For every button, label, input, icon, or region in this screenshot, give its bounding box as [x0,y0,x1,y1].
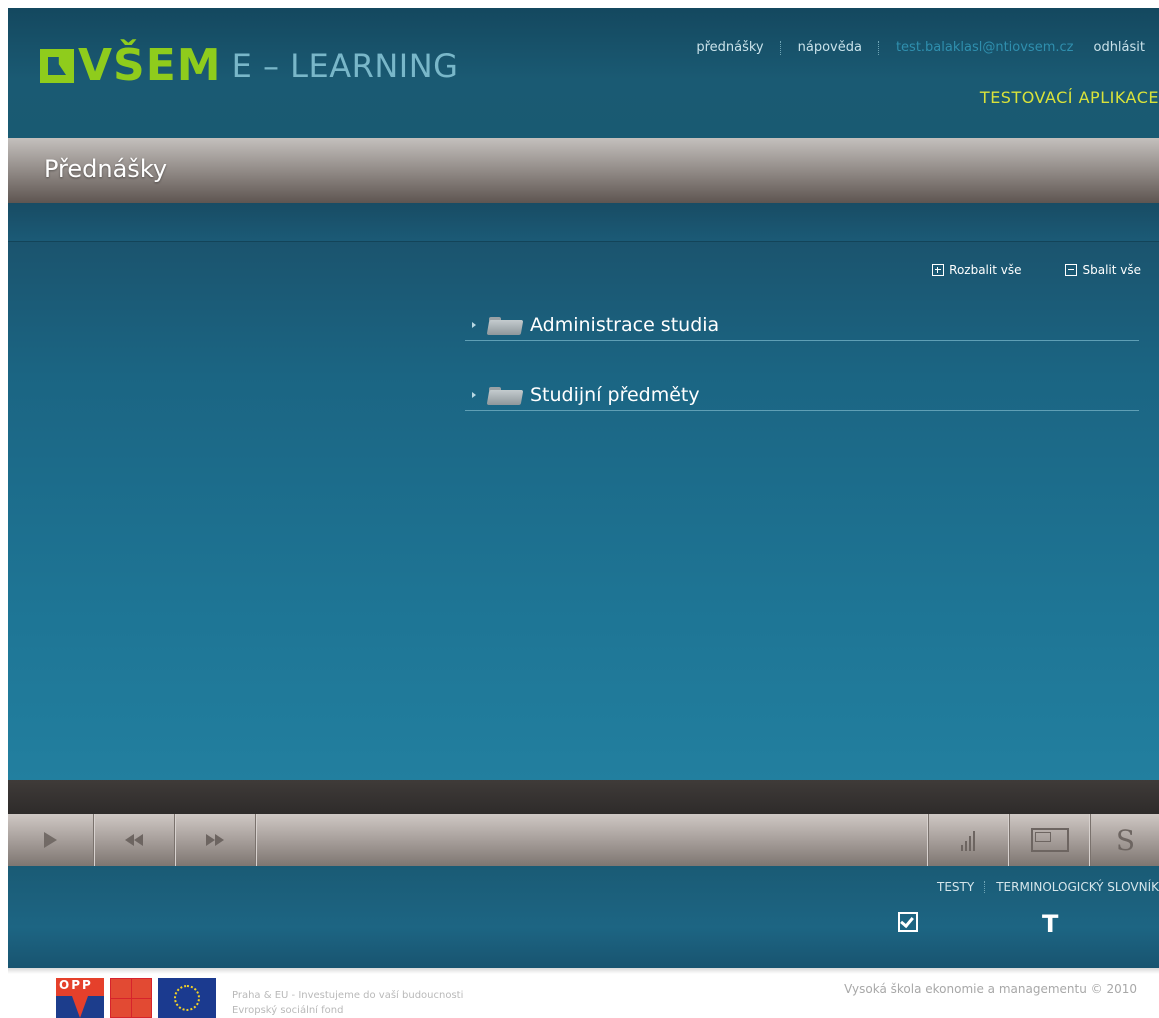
expand-arrow-icon[interactable] [472,322,476,328]
logo[interactable]: VŠEM E – LEARNING [40,44,458,88]
folder-icon [488,316,522,335]
nav-separator [779,40,782,55]
collapse-all-label: Sbalit vše [1082,263,1141,277]
tests-link[interactable]: TESTY [937,880,974,894]
rewind-icon [125,834,143,846]
logo-name: VŠEM [78,40,222,91]
expand-arrow-icon[interactable] [472,392,476,398]
user-email-link[interactable]: test.balaklasl@ntiovsem.cz [896,40,1074,55]
nav-separator [877,40,880,55]
tree-item-label: Administrace studia [530,314,720,336]
tree-item-label: Studijní předměty [530,384,700,406]
volume-icon [961,829,977,851]
footer-copyright: Vysoká škola ekonomie a managementu © 20… [844,982,1137,996]
glossary-icon[interactable]: T [1042,910,1058,938]
tree-item-studijni-predmety[interactable]: Studijní předměty [465,380,1139,411]
expand-all-button[interactable]: Rozbalit vše [932,263,1021,277]
praha-logo [110,978,152,1018]
page: VŠEM E – LEARNING přednášky nápověda tes… [0,0,1159,1018]
fast-forward-button[interactable] [175,814,256,866]
play-icon [44,832,57,848]
footer-funding-text: Praha & EU - Investujeme do vaší budoucn… [232,988,463,1018]
footer: OPP Praha & EU - Investujeme do vaší bud… [0,968,1159,1018]
rewind-button[interactable] [94,814,175,866]
folder-icon [488,386,522,405]
oppa-logo: OPP [56,978,104,1018]
minus-box-icon [1065,264,1078,276]
header: VŠEM E – LEARNING přednášky nápověda tes… [8,8,1159,138]
tree-item-administrace-studia[interactable]: Administrace studia [465,310,1139,341]
plus-box-icon [932,264,945,276]
screen-icon [1031,828,1069,852]
glossary-link[interactable]: TERMINOLOGICKÝ SLOVNÍK [996,880,1159,894]
tools-separator [984,881,986,893]
oppa-logo-text: OPP [56,978,104,996]
oppa-logo-shape [56,996,104,1018]
logo-product: E – LEARNING [231,47,459,85]
fast-forward-icon [206,834,224,846]
nav-lectures-link[interactable]: přednášky [696,40,763,55]
player-timeline[interactable] [8,780,1159,814]
tree-actions: Rozbalit vše Sbalit vše [932,263,1141,277]
subtitles-button[interactable]: S [1090,814,1159,866]
footer-funding-line2: Evropský sociální fond [232,1005,344,1016]
expand-all-label: Rozbalit vše [949,263,1022,277]
tools-bar: TESTY TERMINOLOGICKÝ SLOVNÍK T [8,866,1159,968]
page-title: Přednášky [44,155,168,183]
title-bar: Přednášky [8,138,1159,203]
main-content: Rozbalit vše Sbalit vše Administrace stu… [8,203,1159,780]
nav-help-link[interactable]: nápověda [798,40,862,55]
vsem-logo-icon [40,49,74,83]
media-player-controls: S [8,814,1159,866]
app-label: TESTOVACÍ APLIKACE [979,88,1159,107]
footer-shadow [8,968,1159,974]
content-toolbar [8,203,1159,242]
screen-layout-button[interactable] [1009,814,1090,866]
tools-labels: TESTY TERMINOLOGICKÝ SLOVNÍK [937,880,1159,894]
tests-checkbox-icon[interactable] [898,912,918,932]
eu-flag-icon [158,978,216,1018]
footer-funding-line1: Praha & EU - Investujeme do vaší budoucn… [232,990,464,1001]
top-navigation: přednášky nápověda test.balaklasl@ntiovs… [696,40,1145,55]
logout-link[interactable]: odhlásit [1093,40,1145,55]
play-button[interactable] [8,814,94,866]
volume-button[interactable] [928,814,1009,866]
collapse-all-button[interactable]: Sbalit vše [1065,263,1141,277]
subtitles-icon: S [1115,823,1136,857]
